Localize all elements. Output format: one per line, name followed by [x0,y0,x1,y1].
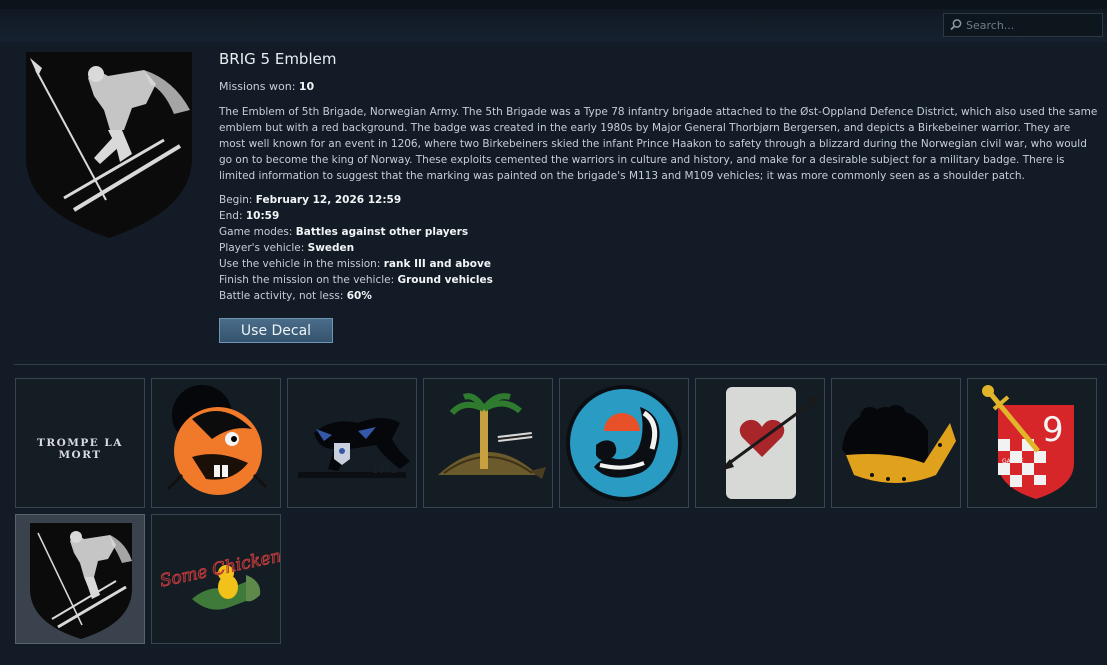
decal-tile-skunk-roundel[interactable] [559,378,689,508]
emblem-preview-image [26,52,192,238]
brig-5-emblem-icon [30,523,132,639]
condition-player-vehicle: Player's vehicle: Sweden [219,240,493,256]
missions-won-value: 10 [298,80,315,93]
decal-tile-orange-beaver[interactable] [151,378,281,508]
condition-label: Finish the mission on the vehicle: [219,274,398,286]
decal-tile-heart-arrow-card[interactable] [695,378,825,508]
condition-value: rank III and above [383,258,491,270]
search-icon [950,19,962,31]
condition-end: End: 10:59 [219,208,493,224]
heart-arrow-card-icon [720,387,818,499]
unlock-conditions: Begin: February 12, 2026 12:59 End: 10:5… [219,192,493,304]
condition-label: Player's vehicle: [219,242,308,254]
decal-tile-trompe-la-mort[interactable]: TROMPE LA MORT [15,378,145,508]
orange-beaver-icon [166,385,268,495]
missions-won-label: Missions won: [219,80,299,93]
trompe-la-mort-text: TROMPE LA MORT [37,437,123,461]
panther-year-text: 1972 [372,465,397,476]
decal-tile-black-panther[interactable]: 1972 [287,378,417,508]
condition-begin: Begin: February 12, 2026 12:59 [219,192,493,208]
some-chicken-icon: Some Chicken [158,546,280,610]
skunk-roundel-icon [566,385,682,501]
top-bar [0,0,1107,42]
decal-tile-brig-5-emblem[interactable] [15,514,145,644]
condition-label: Battle activity, not less: [219,290,347,302]
condition-value: 10:59 [245,210,280,222]
condition-value: Sweden [307,242,355,254]
black-panther-icon: 1972 [298,418,410,478]
shield-gange-text: GANGE [1002,458,1024,465]
condition-label: Use the vehicle in the mission: [219,258,384,270]
decal-tile-frog-scarf[interactable] [831,378,961,508]
decal-tile-palm-turtle[interactable] [423,378,553,508]
section-divider [14,364,1107,365]
search-box[interactable] [943,13,1103,37]
condition-value: 60% [346,290,372,302]
frog-scarf-icon [842,405,956,483]
missions-won: Missions won: 10 [219,80,314,93]
sword-nine-shield-icon: 9 GANGE [982,385,1074,499]
top-stripe [0,0,1107,9]
use-decal-button[interactable]: Use Decal [219,318,333,343]
condition-vehicle-rank: Use the vehicle in the mission: rank III… [219,256,493,272]
decal-title: BRIG 5 Emblem [219,50,337,68]
condition-label: End: [219,210,246,222]
palm-turtle-icon [438,393,546,479]
condition-game-modes: Game modes: Battles against other player… [219,224,493,240]
condition-label: Game modes: [219,226,296,238]
condition-battle-activity: Battle activity, not less: 60% [219,288,493,304]
condition-label: Begin: [219,194,256,206]
search-input[interactable] [964,18,1096,32]
condition-value: Battles against other players [295,226,469,238]
decal-description: The Emblem of 5th Brigade, Norwegian Arm… [219,106,1098,182]
shield-nine-text: 9 [1042,410,1064,450]
decal-tile-sword-nine[interactable]: 9 GANGE [967,378,1097,508]
condition-value: February 12, 2026 12:59 [255,194,402,206]
decal-tile-some-chicken[interactable]: Some Chicken [151,514,281,644]
condition-value: Ground vehicles [397,274,493,286]
condition-finish-vehicle: Finish the mission on the vehicle: Groun… [219,272,493,288]
